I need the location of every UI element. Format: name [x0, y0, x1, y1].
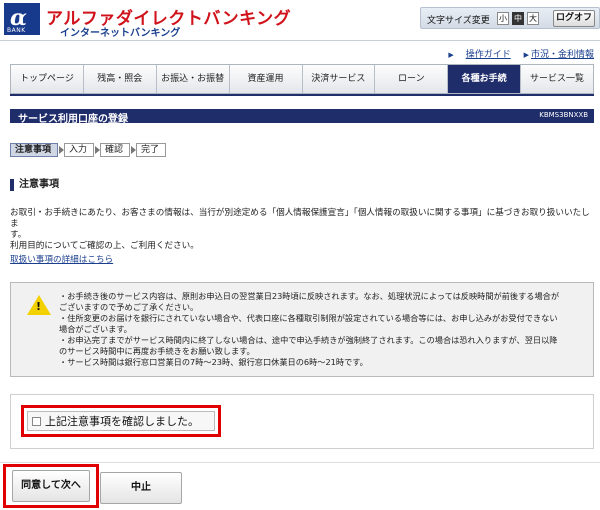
buttons-divider: [0, 462, 600, 463]
agree-button-highlight: 同意して次へ: [3, 464, 99, 508]
section-heading: 注意事項: [10, 179, 59, 191]
font-size-small-button[interactable]: 小: [497, 12, 509, 25]
nav-top-page[interactable]: トップページ: [11, 65, 84, 93]
page-code: KBMS3BNXXB: [539, 111, 588, 119]
caution-line: 場合がございます。: [59, 324, 132, 334]
font-size-label: 文字サイズ変更: [427, 16, 490, 26]
privacy-notice-line: 利用目的についてご確認の上、ご利用ください。: [10, 241, 199, 251]
header-divider: [0, 40, 600, 41]
caution-line: ・サービス時間は銀行窓口営業日の7時〜23時、銀行窓口休業日の6時〜21時です。: [59, 357, 368, 367]
caution-line: ございますので予めご了承ください。: [59, 302, 199, 312]
confirm-area: 上記注意事項を確認しました。: [10, 394, 594, 449]
step-indicator: 注意事項 入力 確認 完了: [10, 143, 172, 157]
caution-line: ・お申込完了までがサービス時間内に終了しない場合は、途中で申込手続きが強制終了さ…: [59, 335, 558, 345]
confirm-highlight: 上記注意事項を確認しました。: [21, 405, 221, 437]
privacy-notice-line: す。: [10, 230, 27, 240]
nav-service-list[interactable]: サービス一覧: [521, 65, 593, 93]
utility-bar: 文字サイズ変更 小 中 大 ログオフ: [420, 7, 600, 29]
header: α BANK アルファダイレクトバンキング インターネットバンキング 文字サイズ…: [0, 0, 600, 40]
confirm-checkbox-row[interactable]: 上記注意事項を確認しました。: [27, 411, 215, 431]
agree-next-button[interactable]: 同意して次へ: [12, 470, 90, 502]
step-notes: 注意事項: [10, 143, 65, 157]
nav-procedures[interactable]: 各種お手続: [448, 65, 522, 93]
caution-line: ・お手続き後のサービス内容は、原則お申込日の翌営業日23時頃に反映されます。なお…: [59, 291, 560, 301]
page-title: サービス利用口座の登録: [18, 114, 128, 125]
step-complete: 完了: [136, 143, 167, 157]
nav-asset-management[interactable]: 資産運用: [230, 65, 303, 93]
warning-exclamation-icon: !: [36, 300, 42, 313]
chevron-right-icon: ▶: [448, 51, 454, 59]
confirm-checkbox[interactable]: [32, 416, 41, 426]
handling-details-link[interactable]: 取扱い事項の詳細はこちら: [10, 253, 113, 265]
page-title-bar: サービス利用口座の登録 KBMS3BNXXB: [10, 109, 594, 125]
market-rate-info-link[interactable]: 市況・金利情報: [531, 50, 594, 60]
font-size-large-button[interactable]: 大: [527, 12, 539, 25]
chevron-right-icon: ▶: [523, 51, 529, 59]
font-size-medium-button[interactable]: 中: [512, 12, 524, 25]
nav-payment-services[interactable]: 決済サービス: [303, 65, 376, 93]
nav-balance-inquiry[interactable]: 残高・照会: [84, 65, 157, 93]
privacy-notice-line: お取引・お手続きにあたり、お客さまの情報は、当行が別途定める「個人情報保護宣言」…: [10, 208, 590, 229]
brand-subtitle: インターネットバンキング: [60, 28, 181, 39]
main-nav: トップページ 残高・照会 お振込・お振替 資産運用 決済サービス ローン 各種お…: [10, 64, 594, 94]
caution-text: ・お手続き後のサービス内容は、原則お申込日の翌営業日23時頃に反映されます。なお…: [59, 291, 589, 368]
operation-guide-link[interactable]: 操作ガイド: [466, 50, 511, 60]
caution-box: ! ・お手続き後のサービス内容は、原則お申込日の翌営業日23時頃に反映されます。…: [10, 282, 594, 377]
step-input: 入力: [64, 143, 101, 157]
sublinks: ▶ 操作ガイド ▶ 市況・金利情報: [448, 47, 594, 60]
cancel-button[interactable]: 中止: [100, 472, 182, 504]
caution-line: のサービス時間中に再度お手続きをお願い致します。: [59, 346, 255, 356]
confirm-checkbox-label[interactable]: 上記注意事項を確認しました。: [45, 413, 199, 429]
bank-logo[interactable]: α BANK: [4, 3, 40, 35]
nav-underline: [10, 94, 594, 96]
logoff-button[interactable]: ログオフ: [553, 10, 595, 27]
nav-transfer[interactable]: お振込・お振替: [157, 65, 230, 93]
logo-bank-text: BANK: [7, 27, 26, 34]
nav-loan[interactable]: ローン: [375, 65, 449, 93]
caution-line: ・住所変更のお届けを銀行にされていない場合や、代表口座に各種取引制限が設定されて…: [59, 313, 558, 323]
privacy-notice-text: お取引・お手続きにあたり、お客さまの情報は、当行が別途定める「個人情報保護宣言」…: [10, 208, 594, 252]
step-confirm: 確認: [100, 143, 137, 157]
